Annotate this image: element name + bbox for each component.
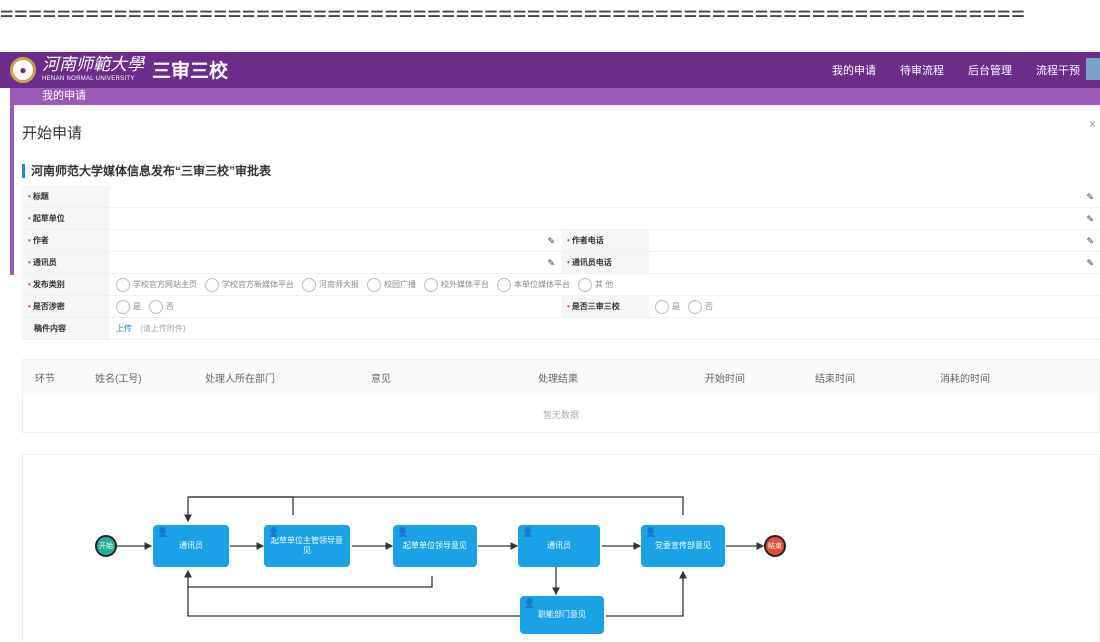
subnav-bar: 我的申请 (10, 88, 1100, 105)
three-review-yes-radio[interactable]: 是 (655, 296, 680, 318)
university-name-cn: 河南师範大學 (42, 55, 144, 75)
nav-flow-intervention[interactable]: 流程干预 (1036, 62, 1080, 78)
secret-options: 是 否 (110, 296, 561, 317)
upload-link[interactable]: 上传 (116, 324, 132, 333)
category-label: • 发布类别 (22, 274, 110, 295)
secret-yes-radio[interactable]: 是 (116, 296, 141, 318)
content-upload: 上传 (请上传附件) (110, 318, 1100, 339)
correspondent-input[interactable]: ✎ (110, 252, 561, 273)
three-review-options: 是 否 (649, 296, 1100, 317)
university-name-en: HENAN NORMAL UNIVERSITY (42, 76, 135, 82)
person-icon: 👤 (268, 527, 280, 537)
nav-pending-flows[interactable]: 待审流程 (900, 62, 944, 78)
col-end-time: 结束时间 (815, 374, 855, 385)
col-elapsed-time: 消耗的时间 (940, 374, 990, 385)
form-row-correspondent: • 通讯员 ✎ • 通讯员电话 ✎ (22, 252, 1100, 274)
category-radio[interactable]: 学校官方新媒体平台 (205, 274, 294, 296)
author-phone-label: • 作者电话 (561, 230, 649, 251)
form-section-title: 河南师范大学媒体信息发布“三审三校”审批表 (22, 164, 271, 178)
category-radio[interactable]: 校园广播 (367, 274, 416, 296)
person-icon: 👤 (645, 527, 657, 537)
page-title: 开始申请 (22, 125, 83, 142)
col-department: 处理人所在部门 (205, 374, 275, 385)
category-radio[interactable]: 校外媒体平台 (424, 274, 489, 296)
form-row-category: • 发布类别 学校官方网站主页 学校官方新媒体平台 河南师大报 校园广播 校外媒体… (22, 274, 1100, 296)
flow-node-functional-dept[interactable]: 👤 职能部门意见 (520, 596, 604, 634)
form-row-content: 稿件内容 上传 (请上传附件) (22, 318, 1100, 340)
application-form: • 标题 ✎ • 起草单位 ✎ • 作者 ✎ • 作者电话 ✎ • 通讯员 ✎ • 通讯员电… (22, 186, 1100, 340)
author-input[interactable]: ✎ (110, 230, 561, 251)
app-title: 三审三校 (152, 61, 229, 82)
person-icon: 👤 (397, 527, 409, 537)
workflow-diagram: 开始 结束 👤 通讯员 👤 起草单位主管领导意见 👤 起草单位领导意见 👤 通讯员 👤 党… (22, 454, 1100, 641)
title-input[interactable]: ✎ (110, 186, 1100, 207)
edit-pencil-icon[interactable]: ✎ (1086, 252, 1094, 274)
nav-my-applications[interactable]: 我的申请 (832, 62, 876, 78)
flow-end-node[interactable]: 结束 (764, 535, 786, 557)
flow-node-publicity-dept[interactable]: 👤 党委宣传部意见 (641, 525, 725, 567)
person-icon: 👤 (524, 598, 536, 608)
author-label: • 作者 (22, 230, 110, 251)
flow-node-unit-supervisor[interactable]: 👤 起草单位主管领导意见 (264, 525, 350, 567)
application-panel: 开始申请 × 河南师范大学媒体信息发布“三审三校”审批表 • 标题 ✎ • 起草单位… (14, 105, 1100, 641)
content-label: 稿件内容 (22, 318, 110, 339)
top-header: ● 河南师範大學 HENAN NORMAL UNIVERSITY 三审三校 我的… (0, 52, 1100, 88)
form-row-title: • 标题 ✎ (22, 186, 1100, 208)
secret-no-radio[interactable]: 否 (149, 296, 174, 318)
edit-pencil-icon[interactable]: ✎ (547, 252, 555, 274)
category-radio[interactable]: 其 他 (578, 274, 613, 296)
three-review-label: • 是否三审三校 (561, 296, 649, 317)
close-icon[interactable]: × (1089, 117, 1096, 131)
person-icon: 👤 (522, 527, 534, 537)
nav-admin[interactable]: 后台管理 (968, 62, 1012, 78)
person-icon: 👤 (157, 527, 169, 537)
empty-state: 暂无数据 (542, 410, 579, 420)
edit-pencil-icon[interactable]: ✎ (1086, 230, 1094, 252)
edit-pencil-icon[interactable]: ✎ (547, 230, 555, 252)
unit-input[interactable]: ✎ (110, 208, 1100, 229)
flow-node-correspondent-2[interactable]: 👤 通讯员 (518, 525, 600, 567)
secret-label: • 是否涉密 (22, 296, 110, 317)
title-label: • 标题 (22, 186, 110, 207)
author-phone-input[interactable]: ✎ (649, 230, 1100, 251)
university-name: 河南师範大學 HENAN NORMAL UNIVERSITY (42, 55, 144, 83)
col-start-time: 开始时间 (705, 374, 745, 385)
col-stage: 环节 (35, 374, 55, 385)
correspondent-phone-label: • 通讯员电话 (561, 252, 649, 273)
three-review-no-radio[interactable]: 否 (688, 296, 713, 318)
col-result: 处理结果 (538, 374, 578, 385)
edit-pencil-icon[interactable]: ✎ (1086, 208, 1094, 230)
university-seal-icon: ● (10, 56, 36, 83)
form-row-author: • 作者 ✎ • 作者电话 ✎ (22, 230, 1100, 252)
col-opinion: 意见 (371, 374, 391, 385)
unit-label: • 起草单位 (22, 208, 110, 229)
avatar[interactable] (1086, 58, 1100, 80)
brand: ● 河南师範大學 HENAN NORMAL UNIVERSITY 三审三校 (10, 56, 228, 83)
flow-node-correspondent[interactable]: 👤 通讯员 (153, 525, 229, 567)
flow-node-unit-leader[interactable]: 👤 起草单位领导意见 (393, 525, 477, 567)
approval-record-table: 环节 姓名(工号) 处理人所在部门 意见 处理结果 开始时间 结束时间 消耗的时… (22, 359, 1100, 433)
category-options: 学校官方网站主页 学校官方新媒体平台 河南师大报 校园广播 校外媒体平台 本单位… (110, 274, 1100, 295)
edit-pencil-icon[interactable]: ✎ (1086, 186, 1094, 208)
subnav-my-applications[interactable]: 我的申请 (42, 90, 86, 102)
col-name: 姓名(工号) (95, 374, 142, 385)
category-radio[interactable]: 学校官方网站主页 (116, 274, 197, 296)
upload-hint: (请上传附件) (140, 324, 186, 333)
correspondent-phone-input[interactable]: ✎ (649, 252, 1100, 273)
correspondent-label: • 通讯员 (22, 252, 110, 273)
decorative-dash-line: ========================================… (0, 2, 1026, 27)
category-radio[interactable]: 河南师大报 (302, 274, 359, 296)
top-nav: 我的申请 待审流程 后台管理 流程干预 (808, 52, 1080, 88)
form-row-secret: • 是否涉密 是 否 • 是否三审三校 是 否 (22, 296, 1100, 318)
flow-start-node[interactable]: 开始 (95, 535, 117, 557)
form-row-unit: • 起草单位 ✎ (22, 208, 1100, 230)
table-header: 环节 姓名(工号) 处理人所在部门 意见 处理结果 开始时间 结束时间 消耗的时… (23, 360, 1099, 395)
category-radio[interactable]: 本单位媒体平台 (497, 274, 570, 296)
